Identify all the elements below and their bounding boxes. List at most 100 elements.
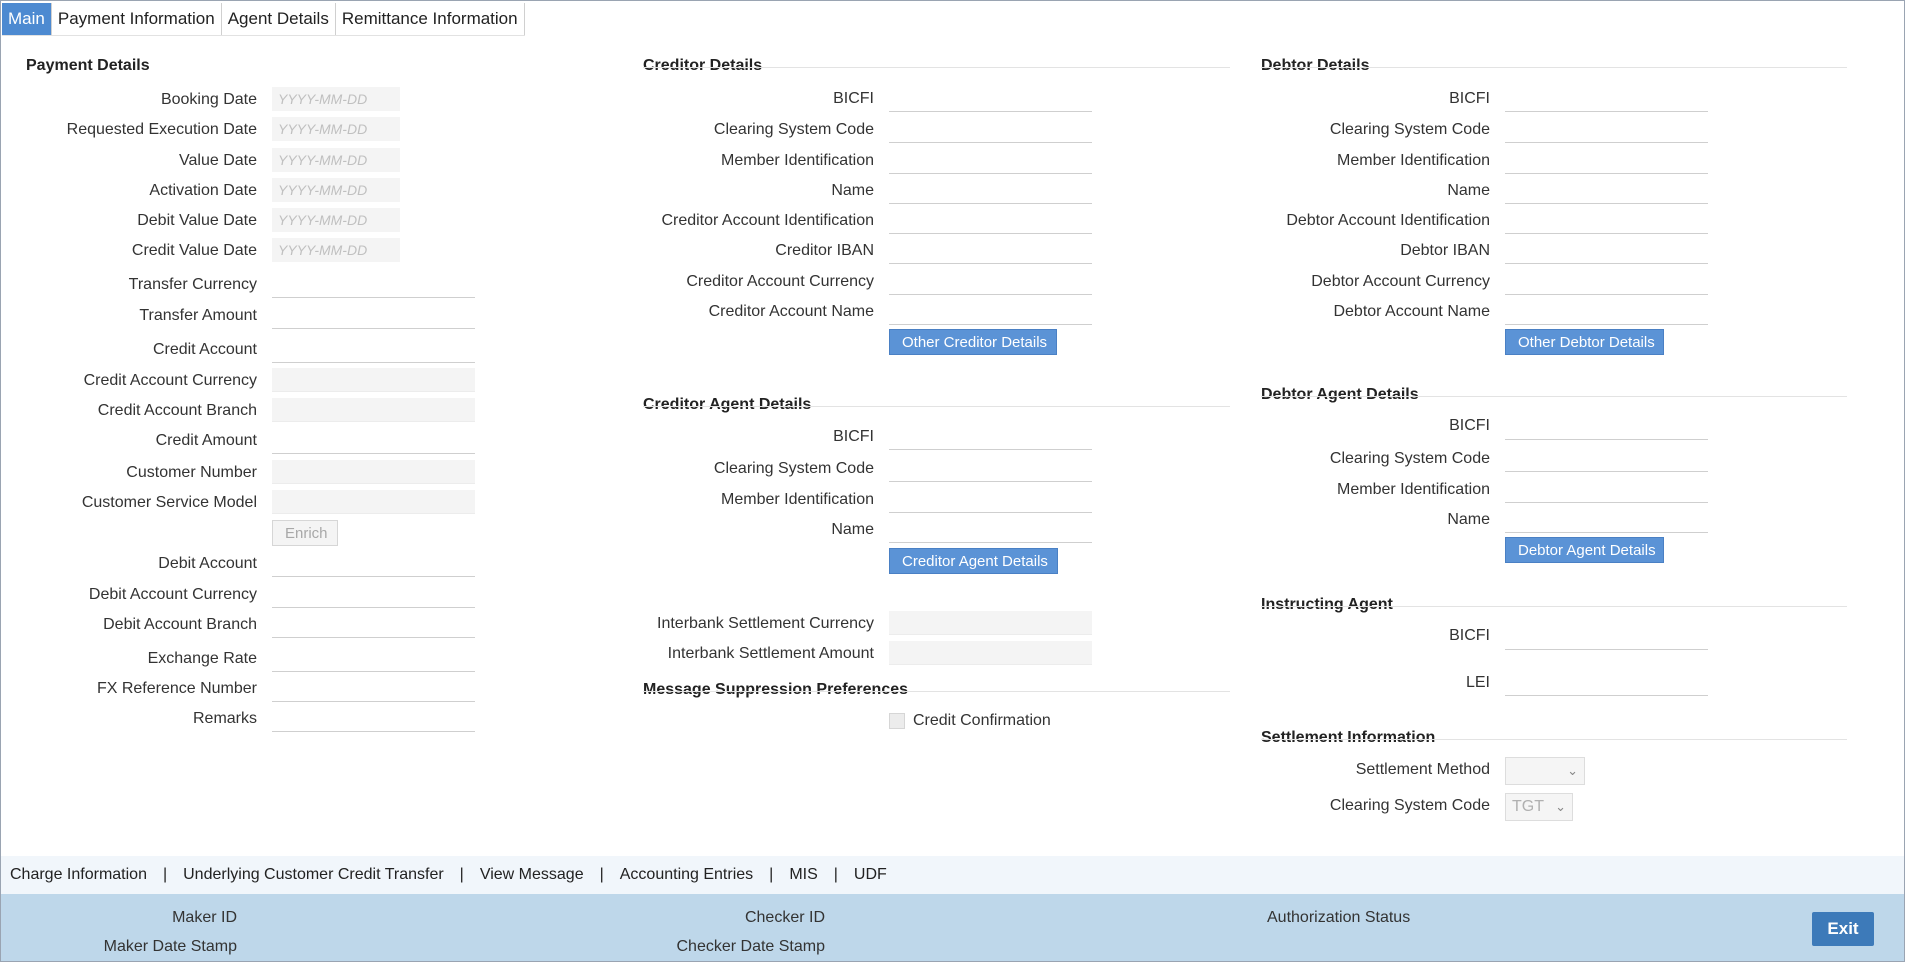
credit-account-input[interactable]: [272, 339, 475, 363]
creditor-agent-name-input[interactable]: [889, 519, 1092, 543]
debtor-agent-bicfi-input[interactable]: [1505, 416, 1708, 440]
debtor-account-name-label: Debtor Account Name: [1333, 303, 1490, 320]
creditor-iban-input[interactable]: [889, 240, 1092, 264]
underlying-customer-credit-transfer-link[interactable]: Underlying Customer Credit Transfer: [183, 866, 444, 883]
creditor-account-name-input[interactable]: [889, 301, 1092, 325]
debtor-name-label: Name: [1447, 182, 1490, 199]
enrich-button[interactable]: Enrich: [272, 520, 338, 546]
debtor-account-name-input[interactable]: [1505, 301, 1708, 325]
booking-date-input[interactable]: [272, 87, 400, 111]
activation-date-label: Activation Date: [149, 182, 257, 199]
charge-information-link[interactable]: Charge Information: [10, 866, 147, 883]
other-debtor-details-button[interactable]: Other Debtor Details: [1505, 329, 1664, 355]
credit-amount-label: Credit Amount: [155, 432, 257, 449]
remarks-input[interactable]: [272, 708, 475, 732]
creditor-agent-bicfi-label: BICFI: [833, 428, 874, 445]
customer-number-input[interactable]: [272, 460, 475, 484]
debit-account-input[interactable]: [272, 553, 475, 577]
debtor-agent-name-input[interactable]: [1505, 509, 1708, 533]
debit-value-date-label: Debit Value Date: [137, 212, 257, 229]
transfer-amount-label: Transfer Amount: [139, 307, 257, 324]
credit-account-branch-input[interactable]: [272, 398, 475, 422]
debtor-agent-clearing-system-code-label: Clearing System Code: [1329, 450, 1490, 467]
customer-service-model-input[interactable]: [272, 490, 475, 514]
debtor-iban-input[interactable]: [1505, 240, 1708, 264]
maker-date-stamp-label: Maker Date Stamp: [103, 938, 237, 955]
value-date-label: Value Date: [179, 152, 257, 169]
credit-confirmation-checkbox[interactable]: [889, 713, 905, 729]
credit-confirmation-label: Credit Confirmation: [913, 712, 1051, 729]
transfer-amount-input[interactable]: [272, 305, 475, 329]
settlement-clearing-system-code-select[interactable]: TGT ⌄: [1505, 793, 1573, 821]
creditor-agent-details-button[interactable]: Creditor Agent Details: [889, 548, 1058, 574]
tab-agent-details[interactable]: Agent Details: [222, 3, 336, 35]
creditor-clearing-system-code-input[interactable]: [889, 119, 1092, 143]
debtor-account-currency-input[interactable]: [1505, 271, 1708, 295]
debtor-agent-details-button[interactable]: Debtor Agent Details: [1505, 537, 1664, 563]
creditor-agent-bicfi-input[interactable]: [889, 426, 1092, 450]
credit-account-currency-input[interactable]: [272, 368, 475, 392]
exchange-rate-input[interactable]: [272, 648, 475, 672]
booking-date-label: Booking Date: [160, 91, 257, 108]
maker-id-label: Maker ID: [172, 909, 237, 926]
credit-account-currency-label: Credit Account Currency: [83, 372, 257, 389]
debit-account-branch-input[interactable]: [272, 614, 475, 638]
debtor-details-divider: [1261, 67, 1847, 68]
mis-link[interactable]: MIS: [789, 866, 817, 883]
creditor-agent-member-identification-label: Member Identification: [721, 491, 874, 508]
tab-main[interactable]: Main: [2, 3, 52, 35]
view-message-link[interactable]: View Message: [480, 866, 584, 883]
requested-execution-date-input[interactable]: [272, 117, 400, 141]
creditor-member-identification-input[interactable]: [889, 150, 1092, 174]
debit-value-date-input[interactable]: [272, 208, 400, 232]
exit-button[interactable]: Exit: [1812, 912, 1874, 946]
instructing-agent-bicfi-input[interactable]: [1505, 626, 1708, 650]
debtor-agent-clearing-system-code-input[interactable]: [1505, 448, 1708, 472]
debtor-member-identification-input[interactable]: [1505, 150, 1708, 174]
debtor-iban-label: Debtor IBAN: [1400, 242, 1490, 259]
transfer-currency-label: Transfer Currency: [128, 276, 257, 293]
checker-date-stamp-label: Checker Date Stamp: [676, 938, 825, 955]
credit-amount-input[interactable]: [272, 430, 475, 454]
value-date-input[interactable]: [272, 148, 400, 172]
creditor-member-identification-label: Member Identification: [721, 152, 874, 169]
debtor-name-input[interactable]: [1505, 180, 1708, 204]
credit-value-date-input[interactable]: [272, 238, 400, 262]
udf-link[interactable]: UDF: [854, 866, 887, 883]
creditor-agent-clearing-system-code-input[interactable]: [889, 458, 1092, 482]
settlement-method-select[interactable]: ⌄: [1505, 757, 1585, 785]
creditor-agent-member-identification-input[interactable]: [889, 489, 1092, 513]
debtor-agent-member-identification-input[interactable]: [1505, 479, 1708, 503]
debtor-member-identification-label: Member Identification: [1337, 152, 1490, 169]
debtor-clearing-system-code-input[interactable]: [1505, 119, 1708, 143]
debtor-agent-member-identification-label: Member Identification: [1337, 481, 1490, 498]
tab-payment-information[interactable]: Payment Information: [52, 3, 222, 35]
debtor-bicfi-input[interactable]: [1505, 88, 1708, 112]
creditor-account-name-label: Creditor Account Name: [708, 303, 874, 320]
interbank-settlement-currency-input[interactable]: [889, 611, 1092, 635]
settlement-method-label: Settlement Method: [1355, 761, 1490, 778]
creditor-agent-details-header: Creditor Agent Details: [643, 396, 812, 413]
debtor-clearing-system-code-label: Clearing System Code: [1329, 121, 1490, 138]
other-creditor-details-button[interactable]: Other Creditor Details: [889, 329, 1057, 355]
debtor-account-identification-input[interactable]: [1505, 210, 1708, 234]
link-separator: |: [162, 866, 168, 883]
instructing-agent-header: Instructing Agent: [1261, 596, 1393, 613]
instructing-agent-lei-input[interactable]: [1505, 672, 1708, 696]
activation-date-input[interactable]: [272, 178, 400, 202]
creditor-name-input[interactable]: [889, 180, 1092, 204]
creditor-account-currency-input[interactable]: [889, 271, 1092, 295]
fx-reference-number-input[interactable]: [272, 678, 475, 702]
creditor-agent-name-label: Name: [831, 521, 874, 538]
tab-remittance-information[interactable]: Remittance Information: [336, 3, 525, 35]
creditor-bicfi-input[interactable]: [889, 88, 1092, 112]
debtor-bicfi-label: BICFI: [1449, 90, 1490, 107]
creditor-account-identification-input[interactable]: [889, 210, 1092, 234]
transfer-currency-input[interactable]: [272, 274, 475, 298]
debit-account-currency-input[interactable]: [272, 584, 475, 608]
interbank-settlement-amount-input[interactable]: [889, 641, 1092, 665]
accounting-entries-link[interactable]: Accounting Entries: [620, 866, 753, 883]
settlement-information-divider: [1261, 739, 1847, 740]
creditor-details-header: Creditor Details: [643, 57, 763, 74]
chevron-down-icon: ⌄: [1567, 763, 1578, 778]
